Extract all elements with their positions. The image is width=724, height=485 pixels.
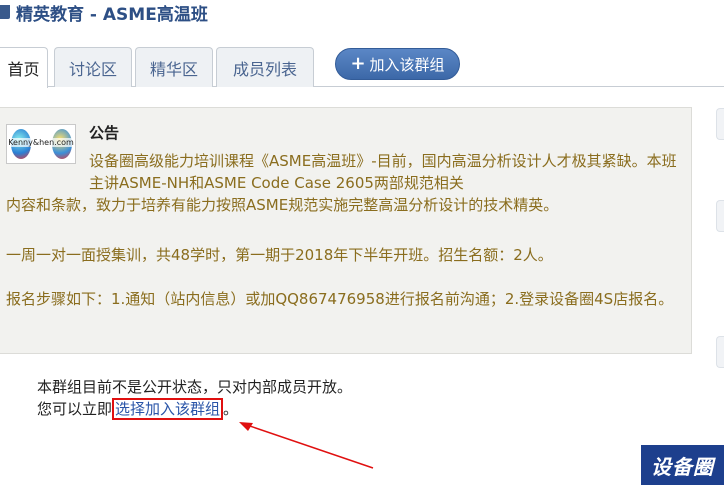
join-group-label: 加入该群组 (369, 55, 445, 74)
join-prompt-suffix: 。 (223, 400, 239, 418)
announcement-paragraph-3: 报名步骤如下：1.通知（站内信息）或加QQ867476958进行报名前沟通；2.… (6, 290, 674, 308)
group-status-text: 本群组目前不是公开状态，只对内部成员开放。 (37, 378, 353, 396)
announcement-panel: Kenny&hen.com 公告 设备圈高级能力培训课程《ASME高温班》-目前… (0, 107, 692, 354)
join-prompt: 您可以立即 选择加入该群组。 (37, 398, 238, 420)
page-title: 精英教育 - ASME高温班 (16, 4, 208, 25)
group-icon (0, 5, 10, 19)
join-prompt-prefix: 您可以立即 (37, 400, 113, 418)
announcement-paragraph-1-continued: 内容和条款，致力于培养有能力按照ASME规范实施完整高温分析设计的技术精英。 (6, 196, 559, 214)
side-tab-3[interactable] (716, 336, 724, 368)
announcement-paragraph-2: 一周一对一面授集训，共48学时，第一期于2018年下半年开班。招生名额：2人。 (6, 246, 553, 264)
announcement-title: 公告 (89, 124, 120, 142)
join-group-button[interactable]: + 加入该群组 (335, 48, 460, 80)
group-logo: Kenny&hen.com (6, 124, 76, 164)
tab-home[interactable]: 首页 (0, 47, 48, 88)
tab-discussion[interactable]: 讨论区 (54, 47, 132, 87)
tab-bar: 首页 讨论区 精华区 成员列表 + 加入该群组 (0, 47, 724, 88)
tab-featured[interactable]: 精华区 (135, 47, 213, 87)
tab-members[interactable]: 成员列表 (216, 47, 314, 87)
logo-text: Kenny&hen.com (7, 138, 75, 147)
announcement-paragraph-1: 设备圈高级能力培训课程《ASME高温班》-目前，国内高温分析设计人才极其紧缺。本… (89, 152, 677, 192)
join-group-link[interactable]: 选择加入该群组 (112, 398, 224, 420)
side-tab-1[interactable] (716, 108, 724, 140)
side-tab-2[interactable] (716, 200, 724, 232)
site-watermark-logo: 设备圈 (641, 445, 724, 485)
plus-icon: + (350, 53, 366, 74)
title-bar: 精英教育 - ASME高温班 (0, 0, 208, 25)
